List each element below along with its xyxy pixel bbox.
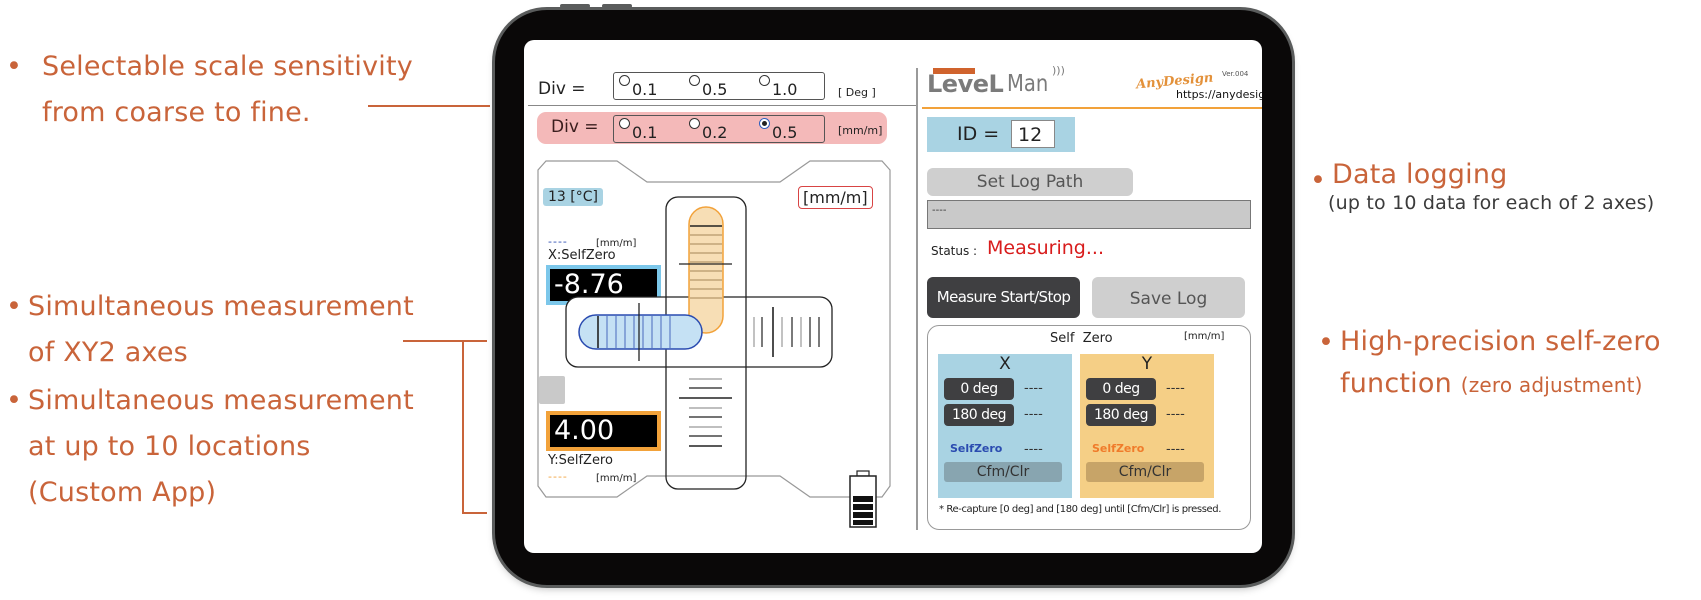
deg-unit-label: [ Deg ]: [838, 86, 876, 99]
bullet: •: [1318, 327, 1335, 358]
panel-divider: [916, 68, 918, 530]
annotation-title: Data logging: [1332, 159, 1508, 190]
y-180deg-value: ----: [1166, 407, 1185, 422]
status-value: Measuring...: [987, 237, 1104, 259]
id-label: ID =: [957, 123, 1000, 145]
radio-label: 0.2: [702, 123, 728, 142]
app-screen: Div = 0.1 0.5 1.0 [ Deg ] Div = 0.1 0.2 …: [524, 40, 1262, 553]
x-180deg-button[interactable]: 180 deg: [944, 404, 1014, 426]
x-180deg-value: ----: [1024, 407, 1043, 422]
x-selfzero-result: ----: [1024, 442, 1043, 457]
y-self-zero-column: Y 0 deg ---- 180 deg ---- SelfZero ---- …: [1080, 354, 1214, 498]
radio-circle-icon: [689, 118, 700, 129]
radio-deg-1.0[interactable]: 1.0: [759, 73, 797, 99]
bracket-line-bottom: [462, 512, 487, 514]
annotation-line: High-precision self-zero: [1340, 326, 1661, 357]
bubble-vials: [565, 196, 833, 490]
y-selfzero-label: SelfZero: [1092, 442, 1145, 455]
annotation-line: function: [1340, 368, 1452, 399]
x-0deg-button[interactable]: 0 deg: [944, 378, 1014, 400]
radio-label: 0.1: [632, 80, 658, 99]
radio-circle-icon: [689, 75, 700, 86]
radio-label: 0.1: [632, 123, 658, 142]
version-label: Ver.004: [1222, 70, 1249, 78]
mm-unit-label: [mm/m]: [838, 124, 883, 137]
battery-icon: [849, 470, 877, 528]
id-box: ID = 12: [927, 117, 1075, 152]
self-zero-panel: Self Zero [mm/m] X 0 deg ---- 180 deg --…: [927, 325, 1251, 530]
annotation-line: of XY2 axes: [28, 337, 188, 368]
annotation-scale-sensitivity: • Selectable scale sensitivity from coar…: [6, 44, 413, 136]
bracket-line-vertical: [462, 340, 464, 513]
measure-start-stop-button[interactable]: Measure Start/Stop: [927, 277, 1080, 318]
y-0deg-value: ----: [1166, 381, 1185, 396]
id-input[interactable]: 12: [1011, 120, 1055, 148]
volume-button: [602, 4, 632, 8]
annotation-xy-axes: • Simultaneous measurement of XY2 axes: [6, 284, 414, 376]
radio-circle-icon: [619, 75, 630, 86]
log-path-field[interactable]: ----: [927, 200, 1251, 229]
leader-line: [368, 105, 490, 107]
set-log-path-button[interactable]: Set Log Path: [927, 168, 1133, 196]
radio-circle-icon: [759, 75, 770, 86]
y-180deg-button[interactable]: 180 deg: [1086, 404, 1156, 426]
self-zero-note: * Re-capture [0 deg] and [180 deg] until…: [939, 504, 1222, 515]
annotation-sub: (up to 10 data for each of 2 axes): [1328, 192, 1655, 214]
radio-selected-icon: [759, 118, 770, 129]
website-link[interactable]: https://anydesign.jp: [1176, 88, 1262, 101]
x-selfzero-label: SelfZero: [950, 442, 1003, 455]
x-cfm-clr-button[interactable]: Cfm/Clr: [944, 462, 1062, 482]
header-underline: [922, 107, 1262, 109]
annotation-line: Selectable scale sensitivity: [42, 51, 413, 82]
divider-line: [528, 105, 916, 106]
bracket-line-top: [403, 340, 487, 342]
axis-label: X: [999, 354, 1011, 374]
div-mm-radio-group: 0.1 0.2 0.5: [613, 115, 825, 143]
annotation-data-logging: • Data logging (up to 10 data for each o…: [1310, 158, 1654, 214]
annotation-line: Simultaneous measurement: [28, 385, 414, 416]
bullet: •: [6, 385, 23, 416]
radio-label: 0.5: [702, 80, 728, 99]
annotation-line: (Custom App): [28, 477, 217, 508]
radio-deg-0.1[interactable]: 0.1: [619, 73, 657, 99]
axis-label: Y: [1141, 354, 1153, 374]
annotation-line: Simultaneous measurement: [28, 291, 414, 322]
radio-circle-icon: [619, 118, 630, 129]
annotation-self-zero: • High-precision self-zero function (zer…: [1318, 320, 1661, 405]
annotation-sub: (zero adjustment): [1460, 373, 1643, 397]
div-deg-radio-group: 0.1 0.5 1.0: [613, 72, 825, 100]
self-zero-title: Self Zero: [1050, 331, 1113, 346]
radio-mm-0.2[interactable]: 0.2: [689, 116, 727, 142]
annotation-line: at up to 10 locations: [28, 431, 311, 462]
status-label: Status :: [931, 244, 978, 258]
wifi-icon: ))): [1052, 64, 1065, 77]
annotation-10-locations: • Simultaneous measurement at up to 10 l…: [6, 378, 414, 516]
div-label: Div =: [538, 79, 586, 99]
y-selfzero-result: ----: [1166, 442, 1185, 457]
annotation-line: from coarse to fine.: [42, 97, 311, 128]
logo-text: LeveL: [927, 70, 1004, 98]
radio-mm-0.1[interactable]: 0.1: [619, 116, 657, 142]
bullet: •: [6, 51, 23, 82]
save-log-button[interactable]: Save Log: [1092, 277, 1245, 318]
radio-label: 1.0: [772, 80, 798, 99]
div-label: Div =: [551, 117, 599, 137]
radio-label: 0.5: [772, 123, 798, 142]
radio-deg-0.5[interactable]: 0.5: [689, 73, 727, 99]
x-self-zero-column: X 0 deg ---- 180 deg ---- SelfZero ---- …: [938, 354, 1072, 498]
bullet: •: [6, 291, 23, 322]
y-cfm-clr-button[interactable]: Cfm/Clr: [1086, 462, 1204, 482]
x-0deg-value: ----: [1024, 381, 1043, 396]
y-0deg-button[interactable]: 0 deg: [1086, 378, 1156, 400]
volume-button: [560, 4, 590, 8]
radio-mm-0.5[interactable]: 0.5: [759, 116, 797, 142]
logo-suffix: Man: [1007, 71, 1049, 97]
self-zero-unit: [mm/m]: [1184, 331, 1225, 342]
